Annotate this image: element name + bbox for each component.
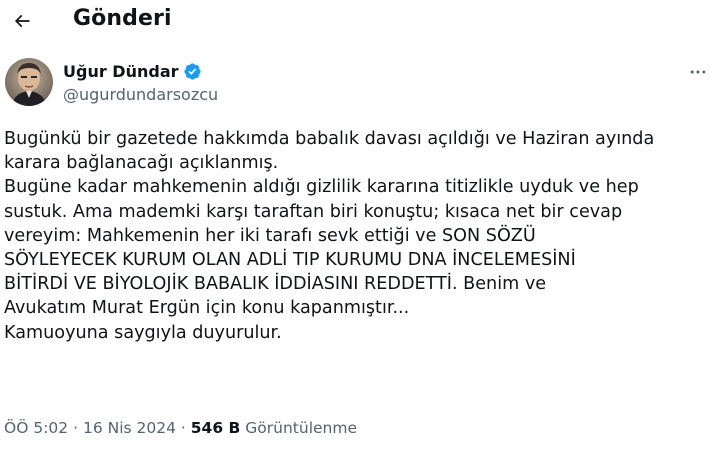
tweet-date[interactable]: 16 Nis 2024 (83, 419, 176, 437)
tweet-line: vereyim: Mahkemenin her iki tarafı sevk … (4, 225, 536, 246)
tweet-line: SÖYLEYECEK KURUM OLAN ADLİ TIP KURUMU DN… (4, 250, 576, 271)
author-handle[interactable]: @ugurdundarsozcu (63, 85, 218, 104)
tweet-text: Bugünkü bir gazetede hakkımda babalık da… (4, 127, 708, 345)
views-label: Görüntülenme (245, 419, 357, 437)
arrow-left-icon (14, 14, 30, 28)
page-header: Gönderi (0, 0, 710, 42)
tweet-line: Kamuoyuna saygıyla duyurulur. (4, 322, 282, 343)
tweet-line: karara bağlanacağı açıklanmış. (4, 153, 279, 174)
display-name[interactable]: Uğur Dündar (63, 62, 179, 81)
avatar[interactable] (5, 58, 53, 106)
page-title: Gönderi (73, 6, 172, 31)
verified-badge-icon[interactable] (183, 62, 202, 81)
back-button[interactable] (8, 7, 36, 35)
tweet-time[interactable]: ÖÖ 5:02 (4, 419, 68, 437)
tweet-line: Avukatım Murat Ergün için konu kapanmışt… (4, 298, 410, 319)
more-options-button[interactable] (686, 62, 710, 82)
profile-photo (5, 58, 53, 106)
views-count: 546 B (190, 419, 241, 437)
author-name-row[interactable]: Uğur Dündar (63, 61, 202, 81)
more-horizontal-icon (690, 70, 706, 74)
meta-separator: · (180, 419, 186, 437)
tweet-meta: ÖÖ 5:02 · 16 Nis 2024 · 546 B Görüntülen… (4, 419, 357, 437)
tweet-line: Bugüne kadar mahkemenin aldığı gizlilik … (4, 177, 639, 198)
meta-separator: · (73, 419, 79, 437)
tweet-line: Bugünkü bir gazetede hakkımda babalık da… (4, 129, 655, 149)
tweet-line: BİTİRDİ VE BİYOLOJİK BABALIK İDDİASINI R… (4, 274, 547, 295)
tweet-line: sustuk. Ama mademki karşı taraftan biri … (4, 201, 623, 222)
